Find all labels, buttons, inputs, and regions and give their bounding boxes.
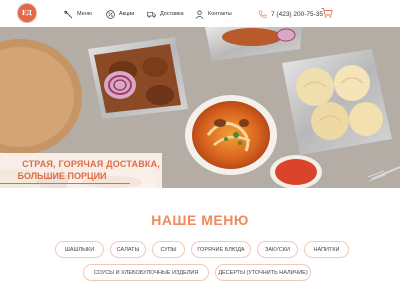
phone-icon [258,10,267,18]
nav-promotions-label: Акции [119,11,135,17]
nav-delivery-label: Доставка [160,11,184,17]
hero-slogan-banner: СТРАЯ, ГОРЯЧАЯ ДОСТАВКА, БОЛЬШИЕ ПОРЦИИ [0,153,162,188]
logo-text: ЕД [22,9,32,17]
logo[interactable]: ЕД [17,3,37,23]
nav-delivery[interactable]: Доставка [147,8,184,20]
hero-slogan-line2: БОЛЬШИЕ ПОРЦИИ [17,171,107,181]
phone-link[interactable]: 7 (423) 200-75-35 [258,8,323,20]
phone-number: 7 (423) 200-75-35 [271,10,324,18]
hero-slogan-line1: СТРАЯ, ГОРЯЧАЯ ДОСТАВКА, [22,159,160,169]
category-snacks[interactable]: ЗАКУСКИ [257,241,298,258]
hero-banner: СТРАЯ, ГОРЯЧАЯ ДОСТАВКА, БОЛЬШИЕ ПОРЦИИ [0,27,400,188]
nav-promotions[interactable]: Акции [106,8,134,20]
menu-title: НАШЕ МЕНЮ [151,212,249,228]
nav-contacts-label: Контакты [208,11,232,17]
category-hot-dishes[interactable]: ГОРЯЧИЕ БЛЮДА [191,241,251,258]
category-salads[interactable]: САЛАТЫ [110,241,146,258]
nav-menu[interactable]: Меню [64,8,92,20]
cart-icon[interactable] [321,7,333,19]
category-sauces-bakery[interactable]: СОУСЫ И ХЛЕБОБУЛОЧНЫЕ ИЗДЕЛИЯ [83,264,209,281]
nav-menu-label: Меню [77,11,92,17]
percent-icon [106,9,115,19]
nav-contacts[interactable]: Контакты [195,8,232,20]
knife-fork-icon [64,10,73,18]
category-drinks[interactable]: НАПИТКИ [304,241,349,258]
category-desserts[interactable]: ДЕСЕРТЫ (УТОЧНИТЬ НАЛИЧИЕ) [215,264,311,281]
slogan-underline [0,183,130,184]
category-soups[interactable]: СУПЫ [152,241,185,258]
person-icon [195,10,204,19]
site-header: ЕД Меню Акции Доставка Контакты 7 (423) … [0,0,400,27]
truck-icon [147,11,156,17]
category-shashlyki[interactable]: ШАШЛЫКИ [55,241,104,258]
